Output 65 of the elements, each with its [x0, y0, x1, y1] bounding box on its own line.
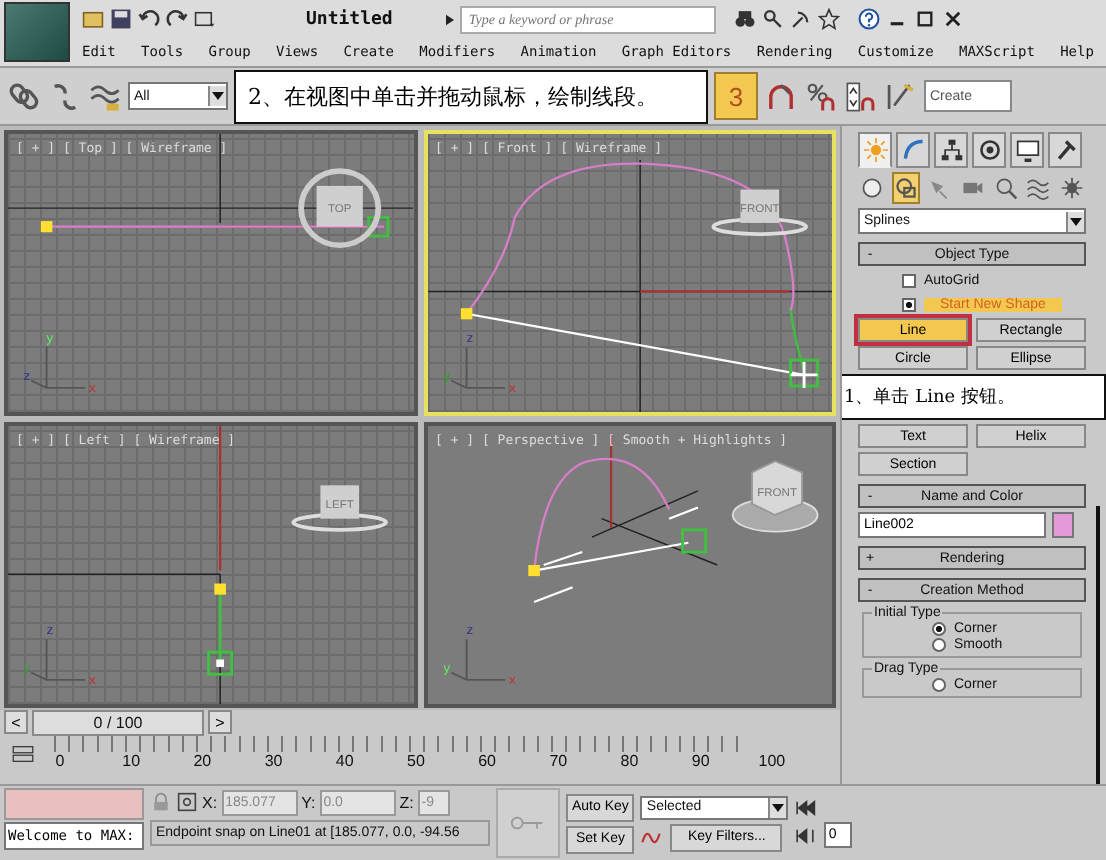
transform-mode-icon[interactable] — [176, 792, 198, 812]
next-frame-button[interactable]: > — [208, 710, 232, 734]
x-coordinate-label: X: — [202, 793, 218, 811]
frame-number: 50 — [405, 752, 427, 770]
folder-icon[interactable] — [82, 8, 104, 30]
go-to-start-icon[interactable] — [794, 798, 817, 818]
axis-tripod — [449, 638, 506, 681]
instruction-callout: 1、单击 Line 按钮。 — [842, 374, 1106, 420]
frame-number: 30 — [262, 752, 285, 770]
checkbox[interactable] — [902, 297, 916, 311]
frame-number: 80 — [618, 752, 641, 770]
broken-link-icon[interactable] — [48, 79, 82, 113]
redo-icon[interactable] — [166, 8, 188, 30]
frame-number: 60 — [476, 752, 499, 770]
wave-icon[interactable] — [88, 79, 122, 113]
sun-icon[interactable] — [858, 132, 892, 168]
radio-button[interactable] — [932, 678, 946, 692]
percent-snap-icon[interactable] — [804, 79, 838, 113]
checkbox[interactable] — [902, 273, 916, 287]
scrollbar[interactable] — [1096, 506, 1100, 784]
curve-icon[interactable] — [896, 132, 930, 168]
frame-number: 10 — [120, 752, 143, 770]
help-icon[interactable] — [858, 8, 881, 30]
tangent-curve-icon[interactable] — [640, 827, 663, 847]
z-coordinate-label: Z: — [399, 793, 414, 811]
track-bar[interactable]: 0 10 20 30 40 50 60 70 80 90 100 — [46, 736, 786, 772]
undo-icon[interactable] — [138, 8, 160, 30]
angle-snap-icon[interactable] — [764, 79, 798, 113]
frame-number: 100 — [757, 752, 786, 770]
chain-link-icon[interactable] — [8, 79, 42, 113]
hierarchy-icon[interactable] — [934, 132, 968, 168]
radio-button[interactable] — [932, 622, 946, 636]
target-icon[interactable] — [972, 132, 1006, 168]
axis-tripod — [30, 346, 87, 389]
frame-number: 40 — [333, 752, 356, 770]
instruction-callout: 2、在视图中单击并拖动鼠标，绘制线段。 — [234, 69, 708, 123]
dropdown-arrow-icon — [768, 797, 787, 817]
spinner-snap-icon[interactable] — [844, 79, 878, 113]
app-logo[interactable] — [4, 2, 70, 62]
frame-number: 20 — [191, 752, 214, 770]
axis-tripod — [449, 346, 506, 389]
star-icon[interactable] — [818, 8, 841, 30]
radio-button[interactable] — [932, 638, 946, 652]
window-title: Untitled — [306, 9, 393, 29]
track-bar-icon[interactable] — [12, 744, 34, 764]
hammer-icon[interactable] — [1048, 132, 1082, 168]
dropdown-arrow-icon — [208, 86, 226, 106]
caret-icon[interactable] — [446, 13, 455, 25]
shapes-icon[interactable] — [891, 172, 921, 204]
time-slider-thumb[interactable]: 0 / 100 — [32, 709, 204, 735]
color-swatch[interactable] — [1052, 512, 1074, 538]
binoculars-icon[interactable] — [734, 8, 757, 30]
monitor-icon[interactable] — [1010, 132, 1044, 168]
previous-frame-button[interactable]: < — [4, 710, 28, 734]
frame-number: 90 — [689, 752, 712, 770]
listener-field[interactable] — [4, 788, 144, 820]
y-coordinate-label: Y: — [301, 793, 316, 811]
axis-tripod — [30, 638, 87, 681]
maximize-icon[interactable] — [914, 8, 937, 30]
save-icon[interactable] — [110, 8, 132, 30]
frame-number: 70 — [547, 752, 570, 770]
dropdown-arrow-icon — [1066, 211, 1084, 231]
frame-number: 0 — [53, 752, 67, 770]
close-icon[interactable] — [942, 8, 965, 30]
key-mode-toggle-icon[interactable] — [794, 825, 817, 845]
